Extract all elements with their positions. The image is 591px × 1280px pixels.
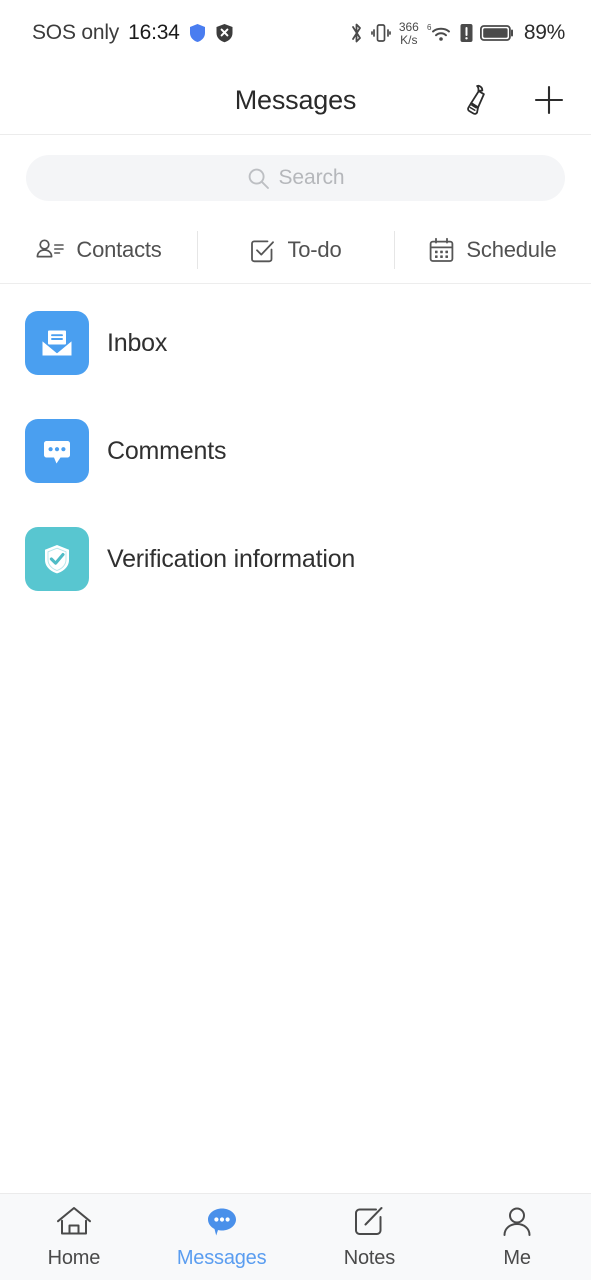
person-icon	[497, 1203, 537, 1241]
list-item-verification-information[interactable]: Verification information	[0, 525, 591, 593]
quick-action-label: Schedule	[466, 237, 557, 262]
alert-icon	[460, 22, 473, 44]
nav-label: Messages	[176, 1247, 267, 1269]
envelope-icon	[37, 323, 77, 363]
contacts-icon	[35, 237, 65, 263]
quick-actions-bar: Contacts To-do Schedule	[0, 217, 591, 284]
nav-item-me[interactable]: Me	[443, 1203, 591, 1270]
clock-label: 16:34	[128, 21, 180, 44]
network-speed-indicator: 366 K/s	[399, 21, 419, 46]
network-speed-unit: K/s	[400, 32, 418, 47]
list-item-comments[interactable]: Comments	[0, 417, 591, 485]
shield-check-icon	[37, 539, 77, 579]
app-header: Messages	[0, 66, 591, 135]
battery-icon	[479, 23, 514, 43]
quick-action-label: Contacts	[76, 237, 162, 262]
verification-tile	[25, 527, 89, 591]
note-edit-icon	[349, 1203, 389, 1241]
svg-text:6: 6	[427, 23, 432, 32]
home-icon	[54, 1203, 94, 1241]
carrier-label: SOS only	[32, 21, 120, 44]
search-icon	[247, 167, 270, 190]
nav-item-home[interactable]: Home	[0, 1203, 148, 1270]
quick-action-todo[interactable]: To-do	[197, 217, 394, 283]
plus-icon	[532, 83, 566, 117]
bluetooth-icon	[349, 21, 364, 45]
comment-bubble-icon	[37, 431, 77, 471]
list-item-label: Inbox	[107, 328, 168, 357]
nav-label: Home	[47, 1247, 101, 1269]
inbox-tile	[25, 311, 89, 375]
shield-x-icon	[215, 23, 234, 43]
checkbox-icon	[249, 237, 276, 264]
search-input[interactable]: Search	[26, 155, 565, 201]
clean-button[interactable]	[459, 80, 499, 120]
header-actions	[459, 80, 569, 120]
quick-action-label: To-do	[287, 237, 342, 262]
vibrate-icon	[370, 21, 391, 45]
list-item-inbox[interactable]: Inbox	[0, 309, 591, 377]
nav-label: Notes	[343, 1247, 395, 1269]
network-speed-value: 366	[398, 19, 419, 34]
nav-item-notes[interactable]: Notes	[296, 1203, 444, 1270]
status-bar-right: 366 K/s 6 89%	[349, 21, 565, 46]
bottom-navigation-bar: Home Messages Notes Me	[0, 1193, 591, 1280]
new-message-button[interactable]	[529, 80, 569, 120]
list-item-label: Comments	[107, 436, 227, 465]
comments-tile	[25, 419, 89, 483]
message-bubble-icon	[202, 1203, 242, 1241]
wifi-icon: 6	[427, 21, 453, 45]
shield-blue-icon	[189, 23, 206, 43]
broom-icon	[461, 83, 497, 117]
quick-action-contacts[interactable]: Contacts	[0, 217, 197, 283]
nav-item-messages[interactable]: Messages	[148, 1203, 296, 1270]
status-bar-left: SOS only 16:34	[32, 21, 234, 45]
nav-label: Me	[503, 1247, 531, 1269]
calendar-icon	[428, 237, 455, 264]
search-section: Search	[0, 135, 591, 217]
message-category-list: Inbox Comments Verification information	[0, 284, 591, 593]
battery-percent-label: 89%	[523, 21, 565, 44]
status-bar: SOS only 16:34 366 K/s 6 89%	[0, 0, 591, 66]
list-item-label: Verification information	[107, 544, 356, 573]
quick-action-schedule[interactable]: Schedule	[394, 217, 591, 283]
search-placeholder: Search	[278, 166, 345, 189]
